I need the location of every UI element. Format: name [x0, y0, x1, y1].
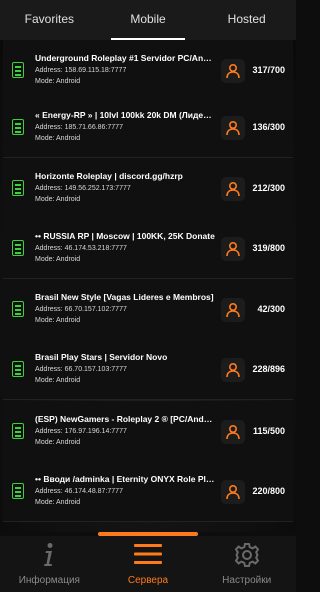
player-count: 220/800	[252, 486, 285, 496]
server-card[interactable]: •• Вводи /adminka | Eternity ONYX Role P…	[3, 461, 293, 522]
server-icon	[12, 240, 24, 256]
server-name: Brasil New Style [Vagas Lideres e Membro…	[35, 292, 214, 302]
server-card[interactable]: Brasil Play Stars | Servidor Novo Address…	[3, 339, 293, 400]
nav-item-settings[interactable]: Настройки	[197, 536, 296, 592]
server-mode: Mode: Android	[35, 317, 81, 324]
server-address: Address: 46.174.53.218:7777	[35, 245, 127, 252]
server-name: (ESP) NewGamers - Roleplay 2 ® [PC/Andro…	[35, 414, 215, 424]
server-card[interactable]: •• RUSSIA RP | Moscow | 100KK, 25K Donat…	[3, 218, 293, 279]
user-icon	[221, 480, 245, 504]
user-icon	[221, 298, 245, 322]
nav-label-servers: Сервера	[127, 575, 169, 586]
server-address: Address: 46.174.48.87:7777	[35, 488, 123, 495]
server-icon	[12, 483, 24, 499]
server-card[interactable]: Underground Roleplay #1 Servidor PC/Andr…	[3, 40, 293, 101]
gear-icon	[234, 542, 260, 573]
server-name: •• Вводи /adminka | Eternity ONYX Role P…	[35, 474, 215, 484]
tab-mobile[interactable]: Mobile	[99, 0, 198, 40]
user-icon	[221, 177, 245, 201]
server-mode: Mode: Android	[35, 78, 81, 85]
server-card[interactable]: « Energy-RP » | 10lvl 100kk 20k DM (Лиде…	[3, 97, 293, 158]
server-icon	[12, 301, 24, 317]
server-list[interactable]: Underground Roleplay #1 Servidor PC/Andr…	[0, 40, 296, 532]
tab-favorites[interactable]: Favorites	[0, 0, 99, 40]
player-count: 317/700	[252, 65, 285, 75]
server-icon	[12, 119, 24, 135]
top-tab-bar: Favorites Mobile Hosted	[0, 0, 296, 40]
user-icon	[221, 59, 245, 83]
server-address: Address: 149.56.252.173:7777	[35, 185, 131, 192]
player-count: 212/300	[252, 183, 285, 193]
server-mode: Mode: Android	[35, 439, 81, 446]
server-card[interactable]: (ESP) NewGamers - Roleplay 2 ® [PC/Andro…	[3, 401, 293, 462]
server-address: Address: 66.70.157.102:7777	[35, 306, 127, 313]
user-icon	[221, 420, 245, 444]
server-mode: Mode: Android	[35, 377, 81, 384]
server-name: Underground Roleplay #1 Servidor PC/Andr…	[35, 53, 215, 63]
player-count: 42/300	[257, 304, 285, 314]
player-count: 136/300	[252, 122, 285, 132]
server-address: Address: 185.71.66.86:7777	[35, 124, 123, 131]
server-icon	[12, 423, 24, 439]
server-mode: Mode: Android	[35, 499, 81, 506]
server-icon	[12, 361, 24, 377]
server-name: •• RUSSIA RP | Moscow | 100KK, 25K Donat…	[35, 231, 215, 241]
menu-icon	[133, 542, 163, 571]
server-mode: Mode: Android	[35, 256, 81, 263]
server-name: Horizonte Roleplay | discord.gg/hzrp	[35, 171, 183, 181]
server-name: « Energy-RP » | 10lvl 100kk 20k DM (Лиде…	[35, 110, 215, 120]
nav-label-settings: Настройки	[222, 575, 272, 586]
server-icon	[12, 62, 24, 78]
user-icon	[221, 116, 245, 140]
server-card[interactable]: Horizonte Roleplay | discord.gg/hzrp Addr…	[3, 158, 293, 219]
server-mode: Mode: Android	[35, 135, 81, 142]
nav-item-info[interactable]: Информация	[0, 536, 99, 592]
server-address: Address: 176.97.196.14:7777	[35, 428, 127, 435]
server-mode: Mode: Android	[35, 196, 81, 203]
nav-label-info: Информация	[18, 575, 80, 586]
server-address: Address: 66.70.157.103:7777	[35, 366, 127, 373]
player-count: 228/896	[252, 364, 285, 374]
server-name: Brasil Play Stars | Servidor Novo	[35, 352, 168, 362]
server-icon	[12, 180, 24, 196]
server-address: Address: 158.69.115.18:7777	[35, 67, 127, 74]
info-icon	[37, 542, 61, 573]
tab-hosted[interactable]: Hosted	[197, 0, 296, 40]
user-icon	[221, 237, 245, 261]
player-count: 319/800	[252, 243, 285, 253]
server-card[interactable]: Brasil New Style [Vagas Lideres e Membro…	[3, 279, 293, 340]
player-count: 115/500	[252, 426, 285, 436]
user-icon	[221, 358, 245, 382]
nav-item-servers[interactable]: Сервера	[99, 536, 198, 592]
bottom-navigation: Информация Сервера Настройки	[0, 536, 296, 592]
